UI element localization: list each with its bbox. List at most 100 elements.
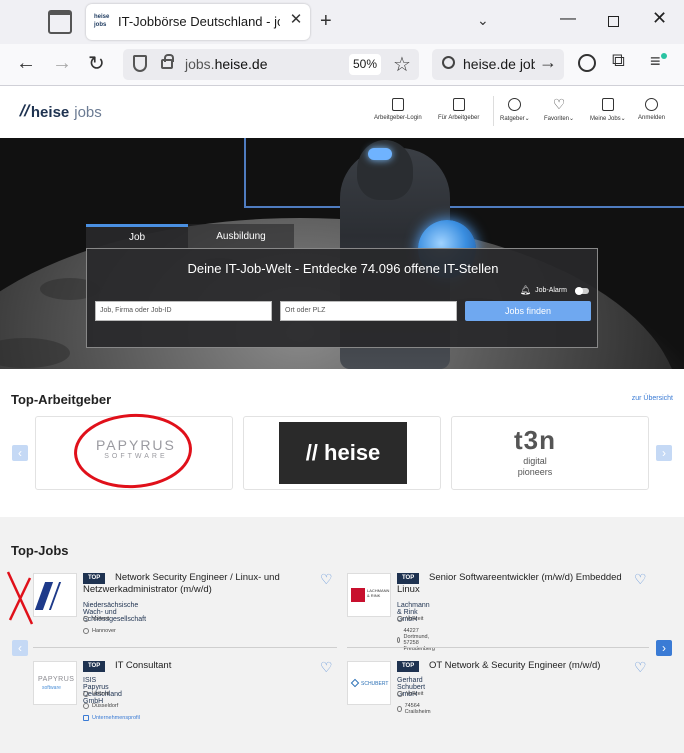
url-text[interactable]: jobs.heise.de	[185, 56, 268, 72]
location-input[interactable]: Ort oder PLZ	[280, 301, 457, 321]
job-location: 44227 Dortmund, 57258 Freudenberg	[397, 628, 437, 652]
job-type: Vollzeit	[83, 616, 109, 622]
account-icon[interactable]	[578, 54, 596, 72]
nav-ratgeber[interactable]: Ratgeber⌄	[500, 98, 530, 122]
tab-ausbildung[interactable]: Ausbildung	[188, 224, 294, 249]
site-header: // heise jobs Arbeitgeber-Login Für Arbe…	[0, 86, 684, 138]
search-icon	[442, 56, 455, 69]
building-icon	[452, 98, 465, 111]
job-title[interactable]: Network Security Engineer / Linux- und N…	[83, 572, 323, 596]
find-jobs-button[interactable]: Jobs finden	[465, 301, 591, 321]
document-icon	[391, 98, 404, 111]
search-bar[interactable]: heise.de jobs →	[432, 49, 564, 80]
section-title: Top-Jobs	[11, 543, 69, 558]
carousel-next-icon[interactable]: ›	[656, 445, 672, 461]
job-search-panel: Deine IT-Job-Welt - Entdecke 74.096 offe…	[86, 248, 598, 348]
tab-overview-icon[interactable]	[48, 10, 72, 34]
company-logo	[33, 573, 77, 617]
carousel-prev-icon[interactable]: ‹	[12, 640, 28, 656]
tab-job[interactable]: Job	[86, 224, 188, 249]
window-close-icon[interactable]: ✕	[652, 8, 667, 29]
job-type: Vollzeit	[397, 616, 423, 622]
overview-link[interactable]: zur Übersicht	[632, 395, 673, 402]
top-badge: TOP	[83, 661, 106, 672]
job-alarm-toggle[interactable]: 🔔︎ Job-Alarm	[520, 285, 589, 296]
profile-icon	[83, 715, 89, 721]
search-go-arrow-icon[interactable]: →	[539, 52, 557, 73]
top-jobs-section: Top-Jobs TOP Network Security Engineer /…	[0, 517, 684, 753]
location-pin-icon	[397, 706, 402, 712]
job-title[interactable]: Senior Softwareentwickler (m/w/d) Embedd…	[397, 572, 642, 596]
company-logo: LACHMANN & RINK	[347, 573, 391, 617]
favorite-heart-icon[interactable]: ♡	[320, 571, 333, 588]
red-annotation-cross	[6, 571, 34, 625]
forward-arrow-icon[interactable]: →	[52, 52, 72, 75]
favorite-heart-icon[interactable]: ♡	[320, 659, 333, 676]
carousel-prev-icon[interactable]: ‹	[12, 445, 28, 461]
location-pin-icon	[83, 628, 89, 634]
section-title: Top-Arbeitgeber	[11, 392, 112, 407]
hero-accent-line	[244, 138, 246, 208]
employer-card-heise[interactable]: // heise	[243, 416, 441, 490]
tab-title: IT-Jobbörse Deutschland - jobs.heise.de	[118, 14, 280, 29]
hamburger-menu-icon[interactable]: ≡	[650, 51, 661, 72]
heise-jobs-logo[interactable]: // heise jobs	[17, 103, 102, 121]
browser-tab-bar: heise jobs IT-Jobbörse Deutschland - job…	[0, 0, 684, 44]
bell-icon: 🔔︎	[519, 285, 532, 295]
clock-icon	[83, 691, 89, 697]
url-bar[interactable]: jobs.heise.de 50% ☆	[123, 49, 419, 80]
info-icon	[508, 98, 522, 111]
bookmark-star-icon[interactable]: ☆	[393, 52, 411, 77]
job-title[interactable]: IT Consultant	[115, 660, 315, 672]
hero-title: Deine IT-Job-Welt - Entdecke 74.096 offe…	[187, 261, 499, 276]
nav-divider	[493, 96, 494, 126]
tab-list-chevron-icon[interactable]: ⌄	[477, 12, 489, 29]
heise-favicon-icon: heise jobs	[94, 14, 110, 28]
heise-slash-icon: //	[17, 103, 32, 120]
nav-anmelden[interactable]: Anmelden	[638, 98, 665, 121]
favorite-heart-icon[interactable]: ♡	[634, 571, 647, 588]
toggle-switch[interactable]	[575, 286, 589, 295]
reload-icon[interactable]: ↻	[88, 51, 105, 76]
carousel-next-icon[interactable]: ›	[656, 640, 672, 656]
tracking-shield-icon[interactable]	[133, 55, 147, 72]
extensions-puzzle-icon[interactable]: ⧉	[612, 50, 625, 71]
company-logo: SCHUBERT	[347, 661, 391, 705]
zoom-badge[interactable]: 50%	[349, 54, 381, 75]
nav-fuer-arbeitgeber[interactable]: Für Arbeitgeber	[438, 98, 479, 121]
job-title[interactable]: OT Network & Security Engineer (m/w/d)	[429, 660, 649, 672]
clock-icon	[83, 616, 89, 622]
astronaut-visor	[368, 148, 392, 160]
favorite-heart-icon[interactable]: ♡	[634, 659, 647, 676]
job-location: 74564 Crailsheim	[397, 703, 432, 715]
employer-card-t3n[interactable]: t3n digital pioneers	[451, 416, 649, 490]
lock-icon[interactable]	[161, 54, 174, 69]
tab-close-icon[interactable]: ✕	[286, 10, 306, 30]
location-pin-icon	[397, 637, 401, 643]
page-icon	[601, 98, 614, 111]
company-profile-link[interactable]: Unternehmensprofil	[83, 715, 140, 721]
nav-meine-jobs[interactable]: Meine Jobs⌄	[590, 98, 626, 122]
back-arrow-icon[interactable]: ←	[16, 52, 36, 75]
job-search-input[interactable]: Job, Firma oder Job-ID	[95, 301, 272, 321]
hero-accent-line	[244, 206, 684, 208]
job-type: Vollzeit	[397, 691, 423, 697]
user-icon	[645, 98, 659, 111]
job-location: Hannover	[83, 628, 116, 634]
browser-tab-active[interactable]: heise jobs IT-Jobbörse Deutschland - job…	[86, 4, 310, 40]
divider	[33, 647, 337, 648]
new-tab-icon[interactable]: +	[320, 10, 332, 33]
divider	[347, 647, 649, 648]
heart-icon: ♡	[552, 96, 566, 112]
top-badge: TOP	[397, 661, 420, 672]
location-pin-icon	[83, 703, 89, 709]
window-minimize-icon[interactable]: —	[560, 10, 576, 28]
window-maximize-icon[interactable]	[608, 16, 619, 27]
nav-favoriten[interactable]: ♡ Favoriten⌄	[544, 96, 574, 122]
nav-arbeitgeber-login[interactable]: Arbeitgeber-Login	[374, 98, 422, 121]
browser-nav-bar: ← → ↻ jobs.heise.de 50% ☆ heise.de jobs …	[0, 44, 684, 86]
search-text[interactable]: heise.de jobs	[463, 56, 535, 72]
update-dot-icon	[661, 53, 667, 59]
clock-icon	[397, 691, 403, 697]
job-location: Düsseldorf	[83, 703, 118, 709]
